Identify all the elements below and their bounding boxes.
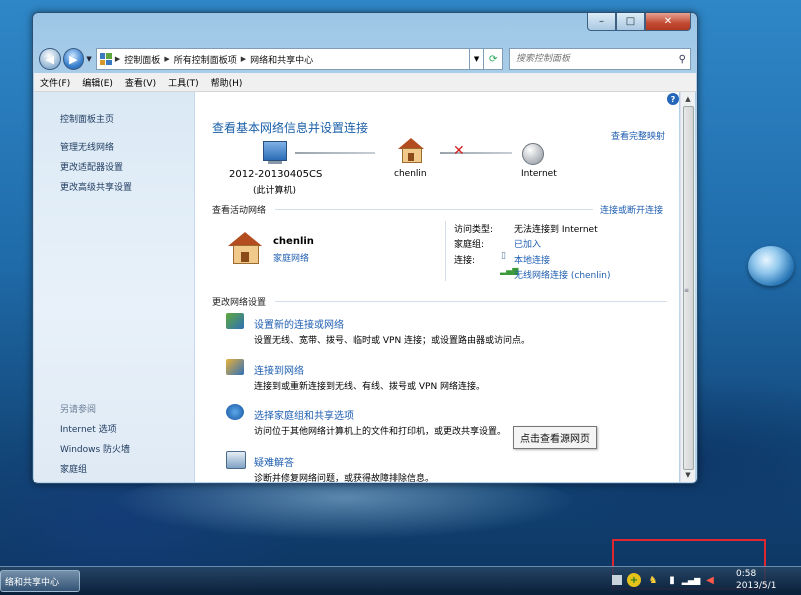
task-setup-connection-link[interactable]: 设置新的连接或网络 — [254, 316, 344, 331]
internet-label: Internet — [521, 169, 557, 179]
network-signal-icon[interactable]: ▂▄▆ — [682, 573, 700, 587]
taskbar-item-network-center[interactable]: 络和共享中心 — [0, 570, 80, 592]
forward-button[interactable]: ▶ — [62, 48, 85, 70]
network-sharing-center-window: – □ ✕ ◀ ▶ ▼ ▶ 控制面板 ▶ 所有控制面板项 ▶ 网络和共享中心 ▼… — [32, 12, 698, 484]
connections-label: 连接: — [454, 256, 476, 266]
computer-sub-label: (此计算机) — [253, 186, 297, 196]
menu-bar: 文件(F) 编辑(E) 查看(V) 工具(T) 帮助(H) — [34, 73, 696, 92]
no-connection-x-icon[interactable]: ✕ — [453, 143, 465, 159]
access-type-label: 访问类型: — [454, 225, 494, 235]
connection-line — [440, 152, 512, 154]
sidebar-link-advanced-sharing[interactable]: 更改高级共享设置 — [60, 180, 132, 193]
page-title: 查看基本网络信息并设置连接 — [212, 121, 369, 135]
sidebar: 控制面板主页 管理无线网络 更改适配器设置 更改高级共享设置 另请参阅 Inte… — [34, 92, 195, 482]
network-name: chenlin — [273, 236, 314, 247]
menu-tools[interactable]: 工具(T) — [162, 76, 205, 89]
view-source-tooltip: 点击查看源网页 — [513, 426, 597, 449]
window-caption-buttons: – □ ✕ — [587, 13, 691, 31]
back-button[interactable]: ◀ — [39, 48, 61, 70]
search-input[interactable] — [509, 53, 678, 65]
sidebar-link-control-panel-home[interactable]: 控制面板主页 — [60, 112, 114, 125]
navigation-bar: ◀ ▶ ▼ ▶ 控制面板 ▶ 所有控制面板项 ▶ 网络和共享中心 ▼ ⟳ ⚲ — [39, 46, 691, 72]
water-drop-decoration — [748, 246, 794, 286]
view-full-map-link[interactable]: 查看完整映射 — [611, 129, 665, 142]
setup-connection-icon — [226, 313, 244, 329]
help-icon[interactable]: ? — [667, 93, 679, 105]
address-dropdown-icon[interactable]: ▼ — [469, 48, 485, 70]
scroll-down-icon[interactable]: ▼ — [681, 468, 695, 482]
breadcrumb-all-items[interactable]: 所有控制面板项 — [170, 53, 241, 66]
security-plus-icon[interactable]: + — [627, 573, 641, 587]
clock-time: 0:58 — [736, 569, 757, 579]
menu-view[interactable]: 查看(V) — [119, 76, 162, 89]
breadcrumb-network-center[interactable]: 网络和共享中心 — [246, 53, 317, 66]
sidebar-link-internet-options[interactable]: Internet 选项 — [60, 422, 117, 435]
search-box[interactable]: ⚲ — [508, 48, 691, 70]
sidebar-link-manage-wireless[interactable]: 管理无线网络 — [60, 140, 114, 153]
computer-name: 2012-20130405CS — [229, 169, 323, 180]
active-networks-heading: 查看活动网络 — [212, 206, 267, 216]
close-button[interactable]: ✕ — [645, 13, 691, 31]
router-house-icon — [398, 138, 424, 163]
task-connect-network-link[interactable]: 连接到网络 — [254, 362, 304, 377]
control-panel-icon — [99, 53, 112, 65]
menu-help[interactable]: 帮助(H) — [205, 76, 249, 89]
task-troubleshoot-link[interactable]: 疑难解答 — [254, 454, 294, 469]
menu-file[interactable]: 文件(F) — [34, 76, 76, 89]
system-tray: + ♞ ▮ ▂▄▆ ◀ — [612, 570, 717, 590]
ethernet-icon: ▯ — [501, 251, 506, 261]
internet-globe-icon — [522, 143, 544, 165]
vertical-divider — [445, 221, 446, 281]
scroll-grip-icon: ≡ — [684, 287, 690, 294]
usb-device-icon[interactable]: ▮ — [665, 573, 679, 587]
menu-edit[interactable]: 编辑(E) — [76, 76, 119, 89]
volume-muted-icon[interactable]: ◀ — [703, 573, 717, 587]
homegroup-label: 家庭组: — [454, 240, 485, 250]
troubleshoot-icon — [226, 451, 246, 469]
vertical-scrollbar[interactable]: ▲ ≡ ▼ — [680, 92, 695, 482]
sidebar-link-adapter-settings[interactable]: 更改适配器设置 — [60, 160, 123, 173]
section-divider — [275, 209, 593, 210]
main-content: 查看基本网络信息并设置连接 查看完整映射 ✕ 2012-20130405CS (… — [195, 92, 679, 482]
network-type-link[interactable]: 家庭网络 — [273, 251, 309, 264]
homegroup-value-link[interactable]: 已加入 — [514, 237, 541, 250]
minimize-button[interactable]: – — [587, 13, 616, 31]
task-connect-network-desc: 连接到或重新连接到无线、有线、拨号或 VPN 网络连接。 — [254, 382, 486, 392]
qq-penguin-icon[interactable]: ♞ — [646, 573, 660, 587]
address-bar[interactable]: ▶ 控制面板 ▶ 所有控制面板项 ▶ 网络和共享中心 — [95, 48, 470, 70]
homegroup-sharing-icon — [226, 404, 244, 420]
access-type-value: 无法连接到 Internet — [514, 225, 598, 235]
section-divider — [275, 301, 667, 302]
connection-line — [295, 152, 375, 154]
local-connection-link[interactable]: 本地连接 — [514, 253, 550, 266]
tray-clock[interactable]: 0:58 2013/5/1 — [736, 568, 776, 592]
refresh-icon[interactable]: ⟳ — [484, 48, 503, 70]
task-setup-connection-desc: 设置无线、宽带、拨号、临时或 VPN 连接；或设置路由器或访问点。 — [254, 336, 531, 346]
breadcrumb-control-panel[interactable]: 控制面板 — [120, 53, 164, 66]
sidebar-link-homegroup[interactable]: 家庭组 — [60, 462, 87, 475]
search-icon[interactable]: ⚲ — [679, 54, 690, 65]
show-desktop-icon[interactable] — [612, 575, 622, 585]
task-homegroup-sharing-link[interactable]: 选择家庭组和共享选项 — [254, 407, 354, 422]
see-also-heading: 另请参阅 — [60, 405, 97, 415]
computer-icon — [263, 141, 287, 164]
connect-disconnect-link[interactable]: 连接或断开连接 — [600, 203, 663, 216]
scroll-up-icon[interactable]: ▲ — [681, 92, 695, 106]
history-dropdown-icon[interactable]: ▼ — [84, 55, 94, 63]
maximize-button[interactable]: □ — [616, 13, 645, 31]
sidebar-link-windows-firewall[interactable]: Windows 防火墙 — [60, 442, 130, 455]
wireless-connection-link[interactable]: 无线网络连接 (chenlin) — [514, 268, 610, 281]
connect-network-icon — [226, 359, 244, 375]
clock-date: 2013/5/1 — [736, 581, 777, 591]
change-network-settings-heading: 更改网络设置 — [212, 298, 267, 308]
task-homegroup-sharing-desc: 访问位于其他网络计算机上的文件和打印机，或更改共享设置。 — [254, 427, 507, 437]
home-network-icon — [228, 232, 262, 264]
router-name: chenlin — [394, 169, 427, 179]
task-troubleshoot-desc: 诊断并修复网络问题，或获得故障排除信息。 — [254, 474, 435, 482]
